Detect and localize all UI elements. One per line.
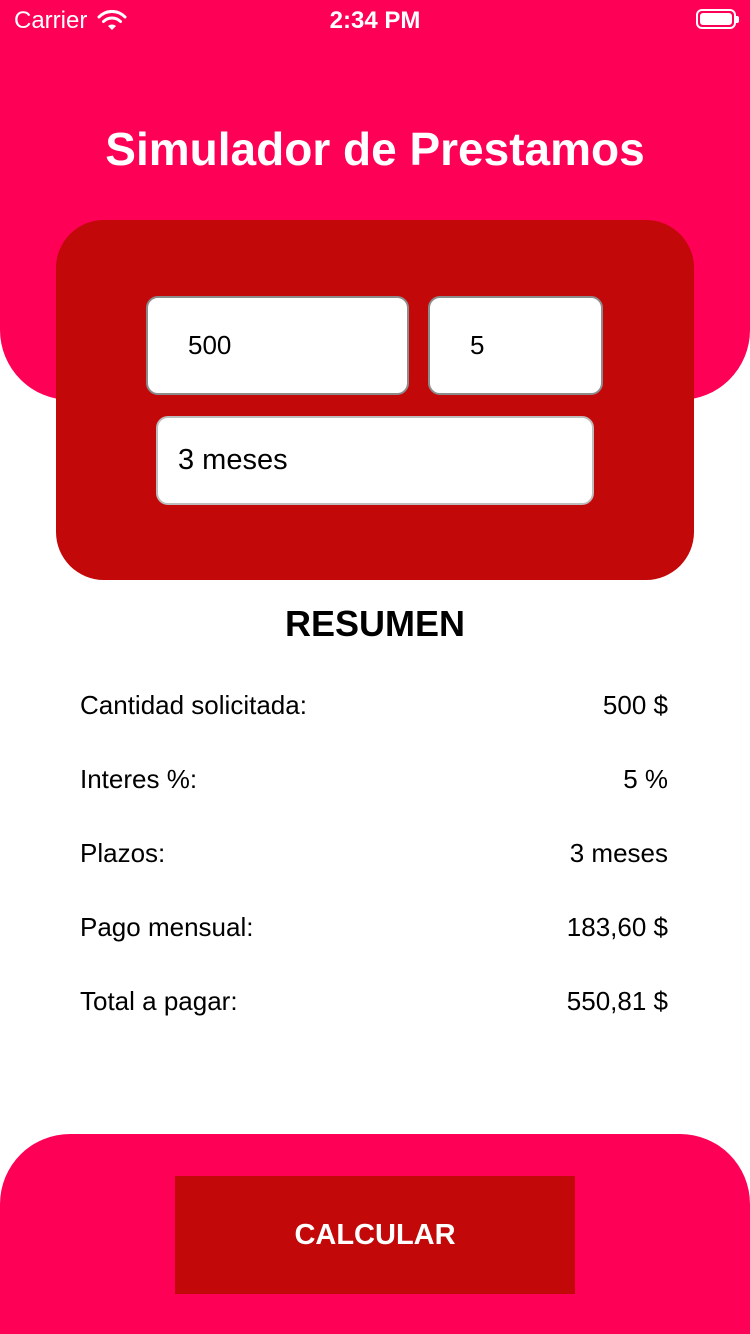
- app-screen: Carrier 2:34 PM Simulador de Prestamos 5…: [0, 0, 750, 1334]
- summary-label-total: Total a pagar:: [80, 985, 238, 1016]
- amount-input[interactable]: 500: [146, 296, 409, 395]
- summary-label-term: Plazos:: [80, 837, 166, 868]
- term-selector-value: 3 meses: [178, 444, 288, 476]
- status-time: 2:34 PM: [329, 7, 421, 34]
- interest-input-value: 5: [470, 330, 485, 360]
- summary-value-term: 3 meses: [569, 837, 668, 868]
- summary-row-monthly-payment: Pago mensual: 183,60 $: [80, 890, 668, 964]
- status-bar: Carrier 2:34 PM: [0, 0, 750, 40]
- input-card: 500 5 3 meses: [56, 220, 694, 580]
- summary-row-interest: Interes %: 5 %: [80, 742, 668, 816]
- summary-row-total: Total a pagar: 550,81 $: [80, 964, 668, 1038]
- summary-list: Cantidad solicitada: 500 $ Interes %: 5 …: [80, 668, 668, 1038]
- summary-row-amount: Cantidad solicitada: 500 $: [80, 668, 668, 742]
- term-selector[interactable]: 3 meses: [156, 416, 594, 505]
- summary-label-monthly-payment: Pago mensual:: [80, 911, 254, 942]
- interest-input[interactable]: 5: [428, 296, 603, 395]
- summary-label-amount: Cantidad solicitada:: [80, 689, 307, 720]
- summary-value-amount: 500 $: [602, 689, 668, 720]
- summary-title: RESUMEN: [284, 603, 466, 644]
- battery-icon: [696, 9, 739, 29]
- calculate-button[interactable]: CALCULAR: [175, 1176, 575, 1294]
- summary-value-interest: 5 %: [623, 763, 668, 794]
- summary-value-total: 550,81 $: [566, 985, 668, 1016]
- summary-value-monthly-payment: 183,60 $: [566, 911, 668, 942]
- amount-input-value: 500: [188, 330, 232, 360]
- summary-row-term: Plazos: 3 meses: [80, 816, 668, 890]
- summary-label-interest: Interes %:: [80, 763, 198, 794]
- page-title: Simulador de Prestamos: [105, 123, 645, 175]
